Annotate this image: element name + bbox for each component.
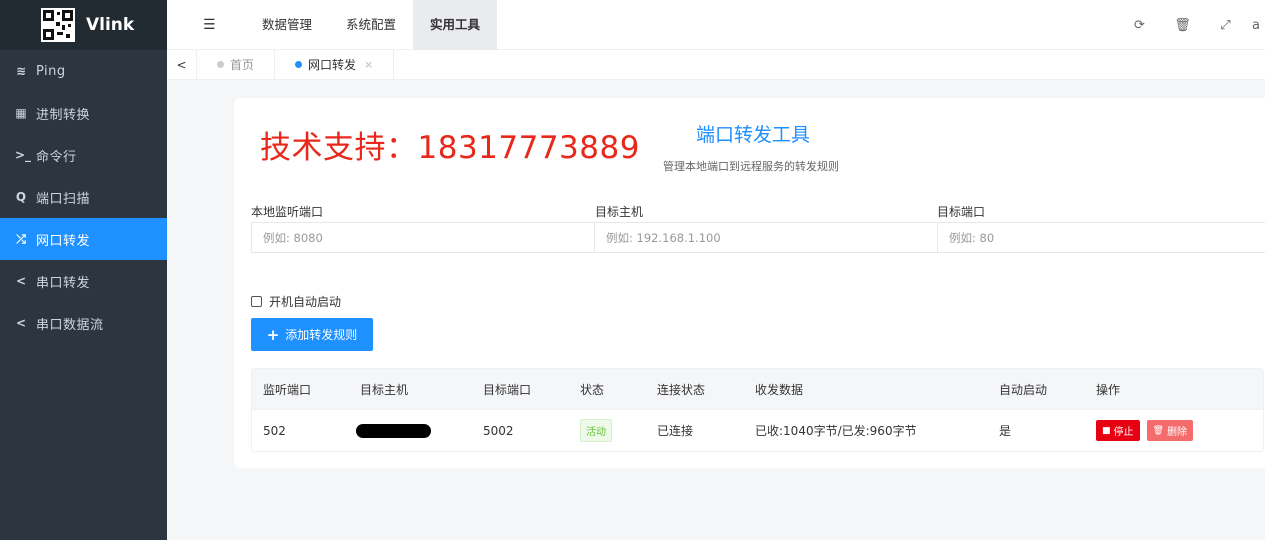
sidebar: Vlink ≋ Ping ▦ 进制转换 >_ 命令行 Q 端口扫描 ⤮ 网口转发… (0, 0, 167, 540)
sidebar-item-label: 端口扫描 (36, 191, 91, 207)
sidebar-item-command-line[interactable]: >_ 命令行 (0, 134, 167, 176)
page-title: 端口转发工具 (696, 124, 811, 146)
autostart-label: 开机自动启动 (269, 295, 342, 309)
sidebar-item-label: 命令行 (36, 149, 77, 165)
autostart-option[interactable]: 开机自动启动 (251, 293, 341, 310)
refresh-icon[interactable]: ⟳ (1118, 18, 1161, 33)
sidebar-item-label: 串口数据流 (36, 317, 104, 333)
delete-label: 删除 (1166, 427, 1187, 438)
target-host-input[interactable] (594, 222, 938, 253)
trash-icon: 🗑 (1152, 425, 1164, 436)
header-connection: 连接状态 (657, 382, 706, 397)
local-port-label: 本地监听端口 (251, 205, 324, 219)
tab-dot (295, 61, 303, 68)
cell-autostart: 是 (999, 424, 1012, 438)
share-icon: < (15, 274, 27, 288)
header-listen-port: 监听端口 (263, 382, 312, 397)
header-target-host: 目标主机 (360, 382, 409, 397)
fullscreen-icon[interactable]: ⤢ (1204, 18, 1247, 33)
sidebar-item-label: 网口转发 (36, 233, 91, 249)
plus-icon: + (266, 325, 280, 344)
header-status: 状态 (580, 382, 605, 397)
target-port-label: 目标端口 (937, 205, 986, 219)
add-rule-button[interactable]: + 添加转发规则 (251, 318, 373, 351)
cell-traffic: 已收:1040字节/已发:960字节 (755, 424, 917, 438)
tabs-back-icon[interactable]: < (167, 49, 197, 80)
logo-bar: Vlink (0, 0, 167, 50)
sidebar-item-label: Ping (36, 63, 66, 79)
sidebar-item-net-forward[interactable]: ⤮ 网口转发 (0, 218, 167, 260)
app-name: Vlink (86, 15, 135, 35)
delete-button[interactable]: 🗑 删除 (1146, 420, 1193, 441)
shuffle-icon: ⤮ (16, 231, 26, 246)
cell-status: 活动 (580, 410, 612, 451)
forward-card: 技术支持：18317773889 端口转发工具 管理本地端口到远程服务的转发规则… (234, 98, 1265, 468)
stop-label: 停止 (1113, 427, 1134, 438)
user-icon[interactable]: a (1247, 18, 1265, 33)
tab-home[interactable]: 首页 (197, 49, 276, 80)
header-target-port: 目标端口 (483, 382, 532, 397)
wifi-icon: ≋ (15, 64, 27, 78)
tab-dot (217, 61, 224, 68)
cell-target-host-redacted (356, 410, 431, 451)
rules-table: 监听端口 目标主机 目标端口 状态 连接状态 收发数据 自动启动 操作 502 … (251, 368, 1264, 452)
sidebar-item-serial-forward[interactable]: < 串口转发 (0, 260, 167, 302)
trash-icon[interactable]: 🗑 (1161, 18, 1204, 33)
sidebar-item-ping[interactable]: ≋ Ping (0, 50, 167, 92)
header-traffic: 收发数据 (755, 382, 804, 397)
share-icon: < (15, 316, 27, 330)
header-autostart: 自动启动 (999, 382, 1048, 397)
sidebar-menu: ≋ Ping ▦ 进制转换 >_ 命令行 Q 端口扫描 ⤮ 网口转发 < 串口转… (0, 50, 167, 344)
nav-utility-tools[interactable]: 实用工具 (413, 0, 498, 50)
menu-toggle-icon[interactable]: ☰ (203, 17, 245, 33)
status-badge: 活动 (580, 419, 612, 442)
cell-connection: 已连接 (657, 424, 694, 438)
qr-code-logo (41, 8, 75, 42)
tab-label: 首页 (230, 58, 255, 72)
calculator-icon: ▦ (15, 106, 27, 120)
cell-listen-port: 502 (263, 423, 286, 438)
tabs-bar: < 首页 网口转发 × (167, 49, 1265, 80)
add-rule-label: 添加转发规则 (285, 328, 358, 342)
header-actions: 操作 (1096, 382, 1121, 397)
top-icons: ⟳ 🗑 ⤢ a (1118, 0, 1265, 50)
autostart-checkbox[interactable] (251, 296, 262, 307)
nav-system-config[interactable]: 系统配置 (329, 0, 413, 50)
table-row: 502 5002 活动 已连接 已收:1040字节/已发:960字节 是 ■ 停… (252, 409, 1263, 451)
sidebar-item-label: 进制转换 (36, 107, 91, 123)
stop-icon: ■ (1102, 425, 1111, 436)
stop-button[interactable]: ■ 停止 (1096, 420, 1140, 441)
tab-net-forward[interactable]: 网口转发 × (275, 49, 395, 80)
local-port-input[interactable] (251, 222, 595, 253)
nav-data-management[interactable]: 数据管理 (245, 0, 329, 50)
tab-label: 网口转发 (308, 58, 357, 72)
search-icon: Q (15, 190, 27, 204)
table-header: 监听端口 目标主机 目标端口 状态 连接状态 收发数据 自动启动 操作 (252, 369, 1263, 409)
redaction-mark (356, 423, 431, 438)
top-bar: ☰ 数据管理 系统配置 实用工具 ⟳ 🗑 ⤢ a (167, 0, 1265, 50)
page-subtitle: 管理本地端口到远程服务的转发规则 (663, 160, 839, 173)
target-port-input[interactable] (937, 222, 1265, 253)
sidebar-item-label: 串口转发 (36, 275, 91, 291)
tab-close-icon[interactable]: × (364, 58, 373, 71)
target-host-label: 目标主机 (595, 205, 644, 219)
sidebar-item-base-conversion[interactable]: ▦ 进制转换 (0, 92, 167, 134)
sidebar-item-serial-stream[interactable]: < 串口数据流 (0, 302, 167, 344)
sidebar-item-port-scan[interactable]: Q 端口扫描 (0, 176, 167, 218)
cell-actions: ■ 停止 🗑 删除 (1096, 410, 1193, 451)
support-text: 技术支持：18317773889 (260, 130, 640, 166)
cell-target-port: 5002 (483, 423, 514, 438)
terminal-icon: >_ (15, 148, 32, 162)
